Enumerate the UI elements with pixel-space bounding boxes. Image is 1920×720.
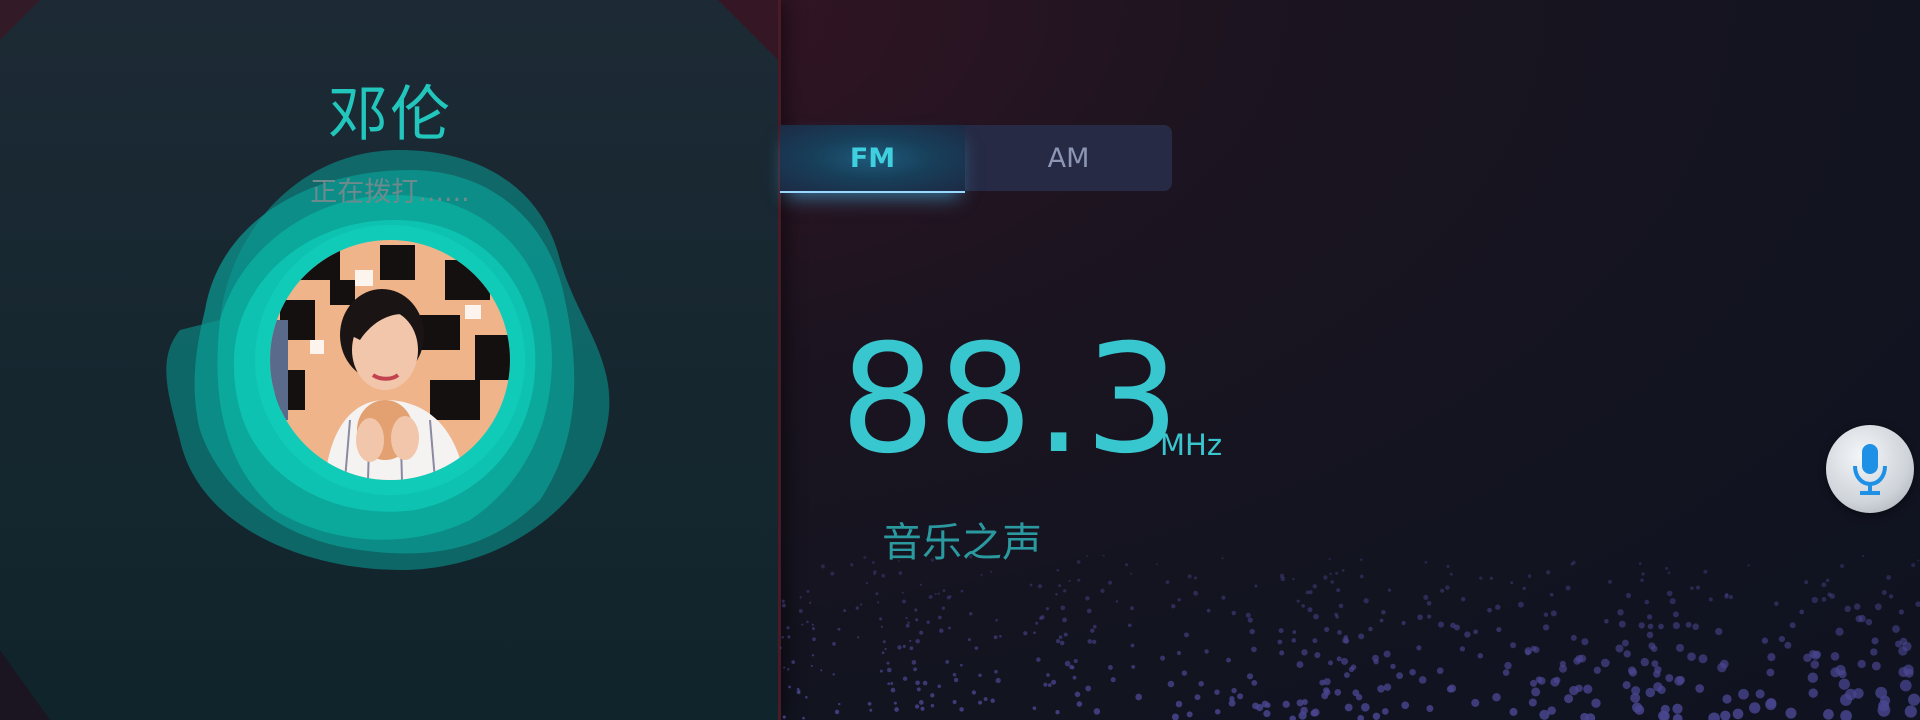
- panel-corner: [0, 0, 40, 40]
- screen: 邓伦 正在拨打...... FM AM 88.3 MHz 音乐之声: [0, 0, 1920, 720]
- avatar-photo: [270, 240, 510, 480]
- microphone-icon: [1853, 444, 1887, 495]
- caller-avatar: [270, 240, 510, 480]
- panel-corner: [0, 650, 50, 720]
- band-switch: FM AM: [780, 125, 1172, 193]
- frequency-value: 88.3: [840, 313, 1182, 487]
- call-panel: 邓伦 正在拨打......: [0, 0, 781, 720]
- band-am-button[interactable]: AM: [965, 125, 1172, 191]
- band-fm-button[interactable]: FM: [780, 125, 965, 193]
- call-status: 正在拨打......: [310, 177, 470, 208]
- voice-assistant-button[interactable]: [1826, 425, 1914, 513]
- frequency-unit: MHz: [1160, 428, 1223, 462]
- particle-visualizer: [780, 555, 1920, 720]
- panel-corner: [718, 0, 778, 60]
